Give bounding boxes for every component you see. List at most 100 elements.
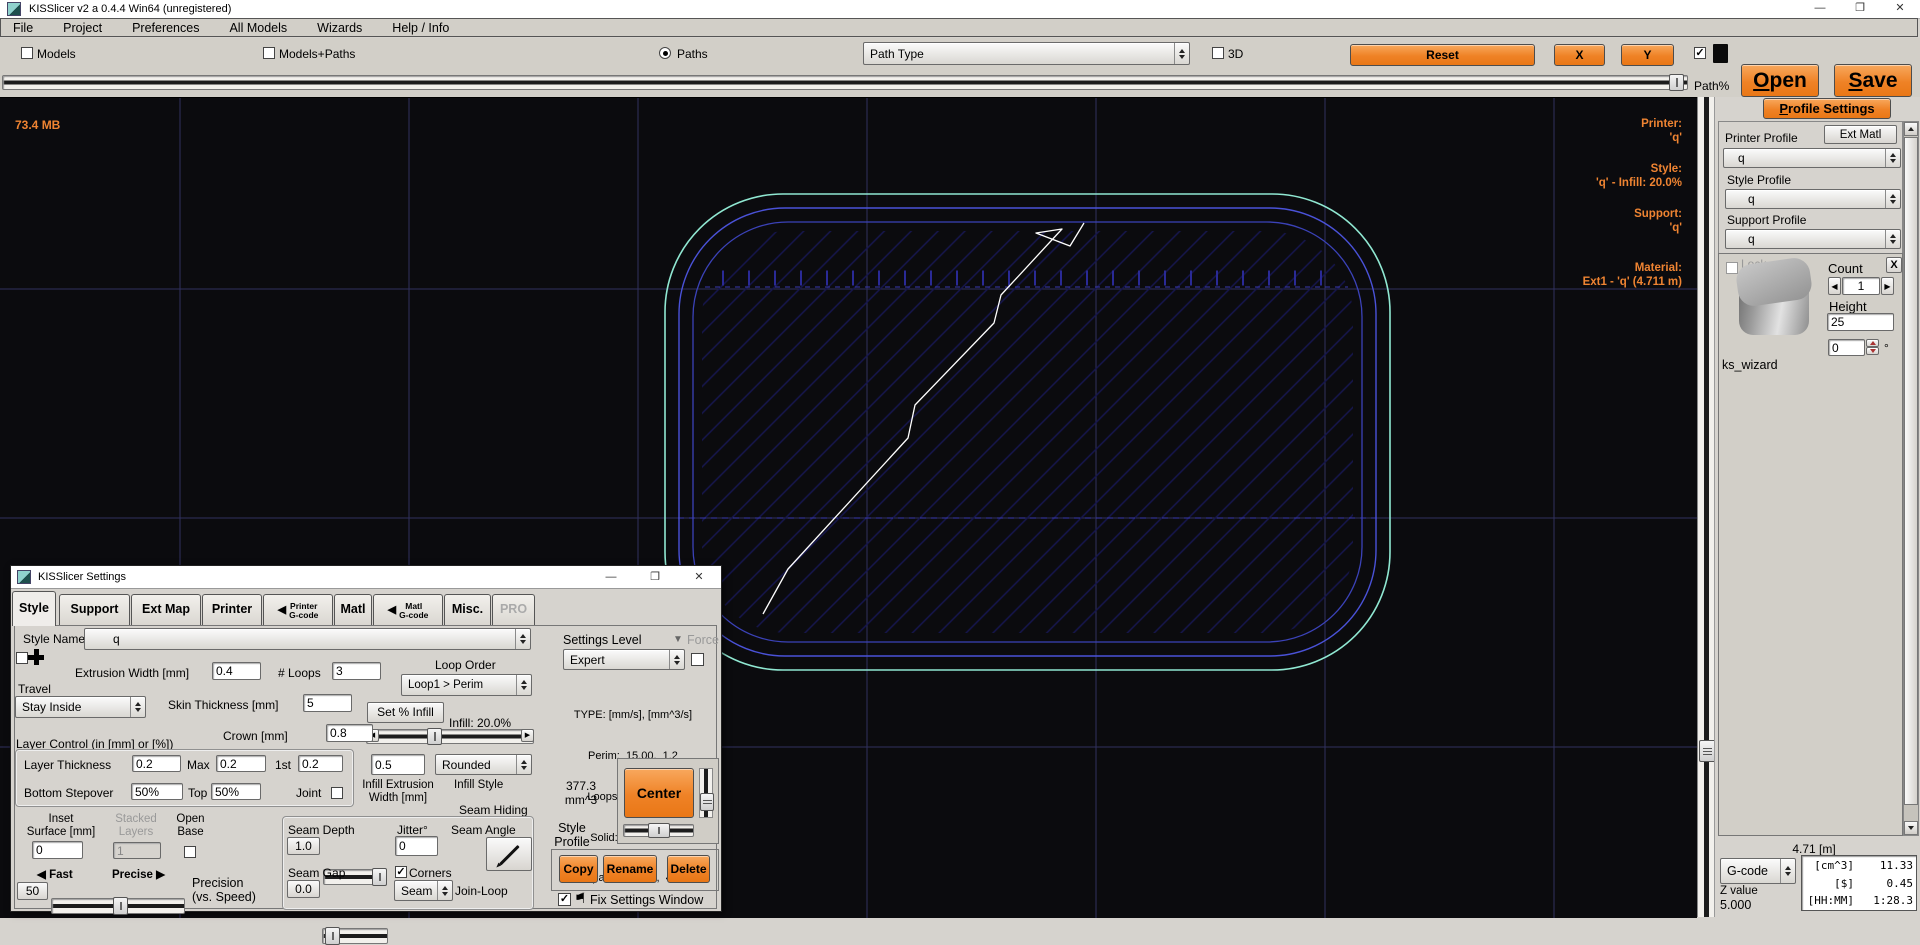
models-checkbox[interactable] <box>21 47 33 59</box>
models-paths-checkbox[interactable] <box>263 47 275 59</box>
settings-maximize-icon[interactable]: ❐ <box>633 566 677 589</box>
seam-angle-dial[interactable] <box>486 837 532 871</box>
paths-radio[interactable] <box>659 47 671 59</box>
menu-project[interactable]: Project <box>61 21 104 35</box>
center-v-slider-handle[interactable] <box>700 793 714 811</box>
copy-button[interactable]: Copy <box>559 855 598 883</box>
set-infill-button[interactable]: Set % Infill <box>367 702 444 723</box>
rename-button[interactable]: Rename <box>603 855 657 883</box>
chevron-updown-icon[interactable] <box>1780 859 1795 883</box>
seam-gap-slider-handle[interactable] <box>325 927 340 945</box>
scrollbar-thumb[interactable] <box>1904 137 1918 805</box>
chevron-updown-icon[interactable] <box>516 675 531 695</box>
tab-support[interactable]: Support <box>59 594 130 626</box>
style-profile-select[interactable]: q <box>1725 189 1901 209</box>
settings-close-icon[interactable]: ✕ <box>677 566 721 589</box>
layer-slider[interactable] <box>1697 97 1715 917</box>
path-detail-checkbox[interactable]: ✓ <box>1694 47 1706 59</box>
settings-titlebar[interactable]: KISSlicer Settings — ❐ ✕ <box>11 566 721 589</box>
center-h-slider[interactable] <box>623 824 694 837</box>
menu-all-models[interactable]: All Models <box>227 21 289 35</box>
delete-button[interactable]: Delete <box>667 855 710 883</box>
menu-help-info[interactable]: Help / Info <box>390 21 451 35</box>
center-button[interactable]: Center <box>624 768 694 818</box>
support-profile-select[interactable]: q <box>1725 229 1901 249</box>
panel-scrollbar[interactable] <box>1903 121 1919 836</box>
path-color-swatch[interactable] <box>1713 44 1728 63</box>
chevron-updown-icon[interactable] <box>437 881 452 900</box>
extrusion-width-input[interactable] <box>212 662 261 680</box>
x-axis-button[interactable]: X <box>1554 44 1605 66</box>
chevron-updown-icon[interactable] <box>1174 43 1189 64</box>
open-button[interactable]: Open <box>1741 64 1819 97</box>
path-type-select[interactable]: Path Type <box>863 42 1190 65</box>
rotation-up-icon[interactable] <box>1866 339 1879 347</box>
path-percent-slider[interactable] <box>2 75 1688 90</box>
precision-slider-handle[interactable] <box>113 897 128 915</box>
tab-ext-map[interactable]: Ext Map <box>131 594 201 626</box>
settings-minimize-icon[interactable]: — <box>589 566 633 589</box>
save-button[interactable]: Save <box>1834 64 1912 97</box>
style-name-select[interactable]: q <box>84 628 531 650</box>
crown-input[interactable] <box>326 724 373 742</box>
menu-file[interactable]: File <box>11 21 35 35</box>
chevron-updown-icon[interactable] <box>1885 190 1900 208</box>
count-increment-button[interactable]: ▶ <box>1881 277 1894 295</box>
chevron-updown-icon[interactable] <box>516 755 531 774</box>
tab-pro[interactable]: PRO <box>492 594 535 626</box>
count-decrement-button[interactable]: ◀ <box>1828 277 1841 295</box>
count-input[interactable] <box>1842 277 1880 295</box>
tab-style[interactable]: Style <box>12 591 56 626</box>
skin-thickness-input[interactable] <box>303 694 352 712</box>
max-thickness-input[interactable] <box>216 755 266 772</box>
loop-order-select[interactable]: Loop1 > Perim <box>401 674 532 696</box>
height-input[interactable] <box>1827 313 1894 331</box>
scroll-down-icon[interactable] <box>1904 821 1918 835</box>
chevron-updown-icon[interactable] <box>1885 230 1900 248</box>
open-base-checkbox[interactable] <box>184 846 196 858</box>
chevron-updown-icon[interactable] <box>1885 149 1900 167</box>
center-h-slider-handle[interactable] <box>648 823 670 838</box>
chevron-updown-icon[interactable] <box>515 629 530 649</box>
num-loops-input[interactable] <box>332 662 381 680</box>
reset-button[interactable]: Reset <box>1350 44 1535 66</box>
threed-checkbox[interactable] <box>1212 47 1224 59</box>
top-stepover-input[interactable] <box>211 783 261 800</box>
maximize-icon[interactable]: ❐ <box>1840 0 1880 18</box>
ext-matl-button[interactable]: Ext Matl <box>1824 125 1897 144</box>
first-layer-input[interactable] <box>298 755 343 772</box>
infill-slider-right-icon[interactable]: ▶ <box>521 729 534 742</box>
menu-preferences[interactable]: Preferences <box>130 21 201 35</box>
infill-style-select[interactable]: Rounded <box>435 754 532 775</box>
seam-gap-slider[interactable] <box>322 928 388 944</box>
tab-matl-gcode[interactable]: ◀ MatlG-code <box>373 594 443 626</box>
tab-printer[interactable]: Printer <box>202 594 262 626</box>
rotation-input[interactable] <box>1828 339 1865 356</box>
path-percent-slider-handle[interactable] <box>1669 74 1684 91</box>
tab-matl[interactable]: Matl <box>334 594 372 626</box>
rotation-down-icon[interactable] <box>1866 347 1879 355</box>
profile-settings-button[interactable]: Profile Settings <box>1763 98 1891 119</box>
printer-profile-select[interactable]: q <box>1723 148 1901 168</box>
force-checkbox[interactable] <box>691 653 704 666</box>
add-style-icon[interactable] <box>28 649 44 665</box>
corners-checkbox[interactable]: ✓ <box>395 866 407 878</box>
infill-extrusion-width-input[interactable] <box>371 754 425 775</box>
tab-printer-gcode[interactable]: ◀ PrinterG-code <box>263 594 333 626</box>
menu-wizards[interactable]: Wizards <box>315 21 364 35</box>
gcode-select[interactable]: G-code <box>1720 858 1796 884</box>
chevron-updown-icon[interactable] <box>130 697 145 717</box>
bottom-stepover-input[interactable] <box>131 783 183 800</box>
rotation-stepper[interactable] <box>1866 339 1879 356</box>
jitter-input[interactable] <box>395 836 438 856</box>
layer-thickness-input[interactable] <box>132 755 181 772</box>
scroll-up-icon[interactable] <box>1904 122 1918 136</box>
remove-model-button[interactable]: X <box>1886 257 1902 273</box>
joint-checkbox[interactable] <box>331 787 343 799</box>
y-axis-button[interactable]: Y <box>1621 44 1674 66</box>
inset-surface-input[interactable] <box>32 841 83 859</box>
center-v-slider[interactable] <box>699 768 713 818</box>
travel-select[interactable]: Stay Inside <box>15 696 146 718</box>
chevron-updown-icon[interactable] <box>669 650 684 669</box>
precision-slider[interactable] <box>51 898 185 914</box>
